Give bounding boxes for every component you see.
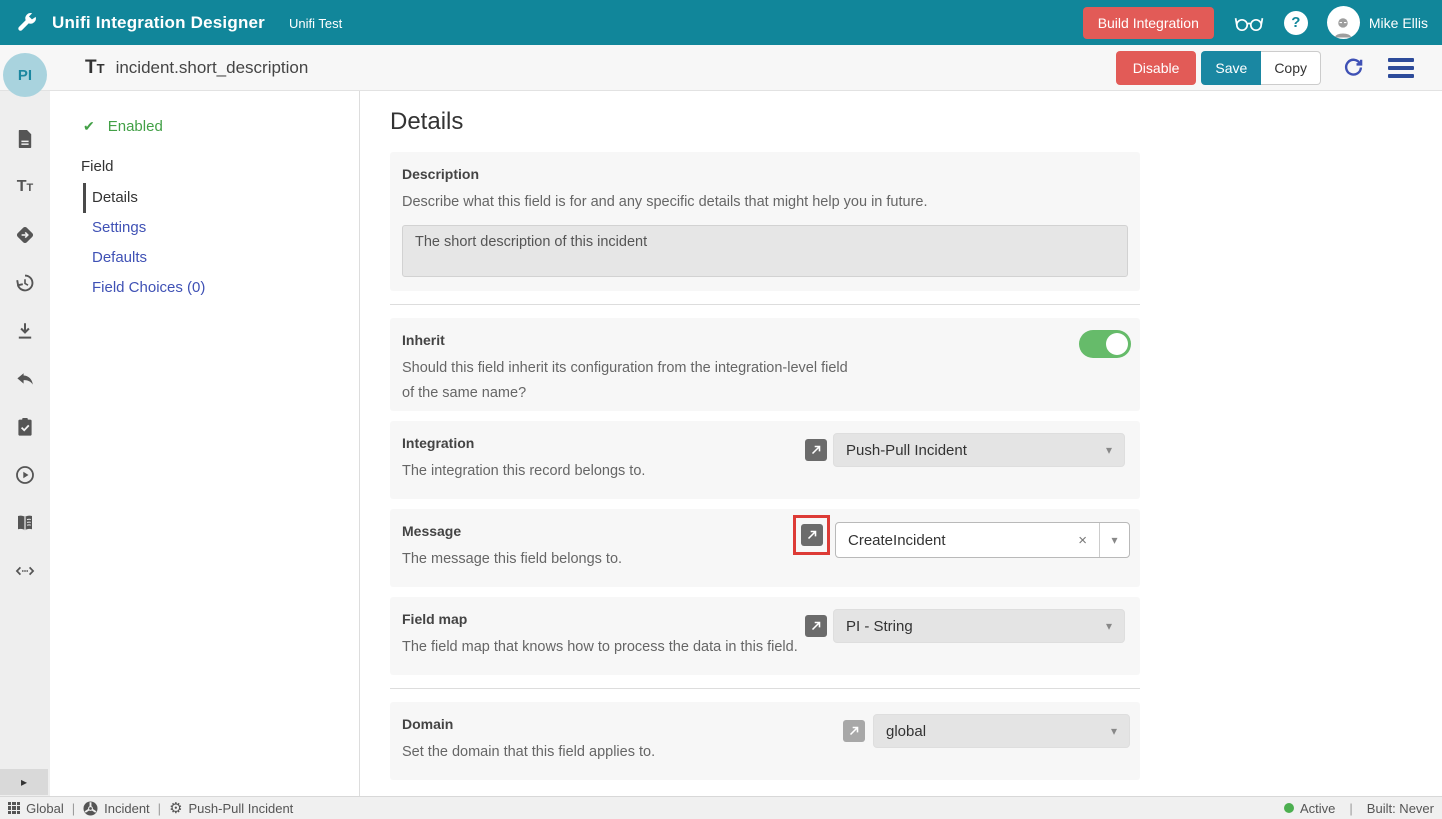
user-name: Mike Ellis [1369,15,1428,31]
inherit-toggle[interactable] [1079,330,1131,358]
domain-value: global [886,723,926,740]
refresh-icon[interactable] [1341,55,1366,80]
scope-label: Global [26,801,64,816]
message-combobox[interactable]: CreateIncident × ▾ [835,522,1130,558]
menu-icon[interactable] [1388,58,1414,78]
app-header: Unifi Integration Designer Unifi Test Bu… [0,0,1442,45]
enabled-status[interactable]: ✔ Enabled [83,118,359,135]
description-input[interactable]: The short description of this incident [402,225,1128,277]
main-content: Details Description Describe what this f… [360,91,1442,796]
page-title: Details [390,108,1442,136]
nav-item-field-choices[interactable]: Field Choices (0) [83,273,359,303]
nav-item-details[interactable]: Details [83,183,359,213]
user-avatar-icon [1327,6,1360,39]
open-field-map-record-icon[interactable] [805,615,827,637]
field-type-icon: TT [85,57,105,79]
gear-icon: ⚙ [169,801,182,816]
integration-select[interactable]: Push-Pull Incident ▾ [833,433,1125,467]
user-menu[interactable]: Mike Ellis [1327,6,1428,39]
active-status-icon [1284,803,1294,813]
inherit-help-line1: Should this field inherit its configurat… [402,357,1128,379]
check-icon: ✔ [83,118,95,135]
description-label: Description [402,166,1128,182]
code-icon[interactable] [14,560,36,582]
description-card: Description Describe what this field is … [390,152,1140,291]
app-window: Unifi Integration Designer Unifi Test Bu… [0,0,1442,819]
inherit-card: Inherit Should this field inherit its co… [390,318,1140,411]
integration-context-label: Push-Pull Incident [189,801,294,816]
separator: | [72,801,75,816]
incident-icon [83,801,98,816]
record-title: incident.short_description [116,58,309,78]
message-value: CreateIncident [836,523,1066,557]
build-integration-button[interactable]: Build Integration [1083,7,1214,39]
integration-card: Integration The integration this record … [390,421,1140,499]
chevron-down-icon: ▾ [1106,443,1112,457]
inherit-help-line2: of the same name? [402,382,1128,404]
active-label: Active [1300,801,1335,816]
section-divider [390,688,1140,689]
domain-card: Domain Set the domain that this field ap… [390,702,1140,780]
grid-icon [8,802,20,814]
save-button[interactable]: Save [1201,51,1261,85]
status-bar: Global | Incident | ⚙ Push-Pull Incident… [0,796,1442,819]
icon-rail: TT [0,91,50,796]
domain-select[interactable]: global ▾ [873,714,1130,748]
document-icon[interactable] [14,128,36,150]
directions-icon[interactable] [14,224,36,246]
text-fields-icon[interactable]: TT [14,176,36,198]
download-icon[interactable] [14,320,36,342]
incident-context-item[interactable]: Incident [83,801,150,816]
record-identicon: PI [3,53,47,97]
nav-item-defaults[interactable]: Defaults [83,243,359,273]
integration-context-item[interactable]: ⚙ Push-Pull Incident [169,801,293,816]
nav-section-field: Field [81,158,359,175]
task-check-icon[interactable] [14,416,36,438]
enabled-label: Enabled [108,118,163,135]
description-help: Describe what this field is for and any … [402,191,1128,213]
field-map-value: PI - String [846,618,913,635]
help-icon[interactable]: ? [1284,11,1308,35]
annotation-highlight [793,515,830,555]
nav-item-settings[interactable]: Settings [83,213,359,243]
message-card: Message The message this field belongs t… [390,509,1140,587]
disable-button[interactable]: Disable [1116,51,1197,85]
integration-value: Push-Pull Incident [846,442,967,459]
wrench-icon[interactable] [0,11,52,34]
clear-icon[interactable]: × [1066,523,1099,557]
open-integration-record-icon[interactable] [805,439,827,461]
incident-label: Incident [104,801,150,816]
workspace-label: Unifi Test [289,16,342,31]
separator: | [158,801,161,816]
app-title: Unifi Integration Designer [52,13,265,33]
book-icon[interactable] [14,512,36,534]
record-titlebar: TT incident.short_description Disable Sa… [0,45,1442,91]
open-message-record-icon[interactable] [801,524,823,546]
history-icon[interactable] [14,272,36,294]
section-divider [390,304,1140,305]
inherit-label: Inherit [402,332,1128,348]
play-circle-icon[interactable] [14,464,36,486]
open-domain-record-icon[interactable] [843,720,865,742]
domain-scope-item[interactable]: Global [8,801,64,816]
sidebar-expand-button[interactable]: ▸ [0,769,48,795]
chevron-down-icon[interactable]: ▾ [1099,523,1129,557]
glasses-icon[interactable] [1233,13,1265,33]
field-map-card: Field map The field map that knows how t… [390,597,1140,675]
reply-icon[interactable] [14,368,36,390]
separator: | [1349,801,1352,816]
field-map-select[interactable]: PI - String ▾ [833,609,1125,643]
copy-button[interactable]: Copy [1261,51,1321,85]
chevron-down-icon: ▾ [1106,619,1112,633]
chevron-down-icon: ▾ [1111,724,1117,738]
record-nav-panel: ✔ Enabled Field Details Settings Default… [50,91,360,796]
built-label: Built: Never [1367,801,1434,816]
